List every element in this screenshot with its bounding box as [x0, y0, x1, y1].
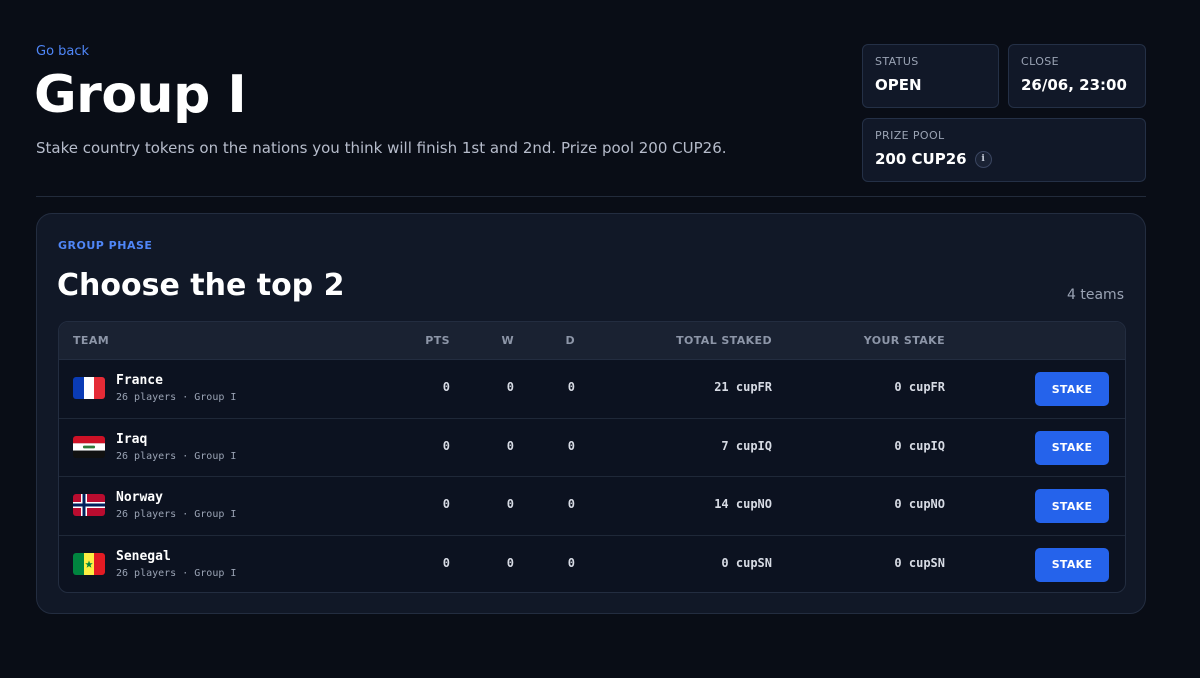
header-w: W: [501, 334, 514, 347]
stake-button[interactable]: STAKE: [1035, 430, 1109, 465]
table-row: Iraq 26 players · Group I 0 0 0 7 cupIQ …: [59, 419, 1125, 477]
team-name: Iraq: [116, 431, 148, 447]
team-total-staked: 14 cupNO: [714, 497, 772, 511]
close-card: CLOSE 26/06, 23:00: [1008, 44, 1146, 108]
page-description: Stake country tokens on the nations you …: [36, 139, 727, 157]
table-row: Senegal 26 players · Group I 0 0 0 0 cup…: [59, 536, 1125, 593]
team-pts: 0: [442, 497, 450, 511]
team-name: France: [116, 373, 163, 388]
france-flag-icon: [73, 377, 105, 399]
iraq-flag-icon: [73, 435, 105, 458]
close-value: 26/06, 23:00: [1021, 76, 1127, 94]
team-wins: 0: [506, 497, 514, 511]
table-row: France 26 players · Group I 0 0 0 21 cup…: [59, 360, 1125, 419]
team-wins: 0: [506, 555, 514, 570]
team-your-stake: 0 cupFR: [894, 380, 945, 394]
info-icon[interactable]: i: [974, 150, 992, 168]
page-title: Group I: [34, 65, 247, 125]
team-your-stake: 0 cupSN: [894, 555, 945, 570]
team-total-staked: 7 cupIQ: [721, 438, 772, 453]
norway-flag-icon: [73, 494, 105, 516]
stake-button[interactable]: STAKE: [1035, 372, 1109, 406]
team-pts: 0: [442, 438, 450, 453]
go-back-link[interactable]: Go back: [36, 44, 89, 59]
table-row: Norway 26 players · Group I 0 0 0 14 cup…: [59, 477, 1125, 536]
team-meta: 26 players · Group I: [116, 509, 237, 520]
team-total-staked: 21 cupFR: [714, 380, 772, 394]
stake-button[interactable]: STAKE: [1035, 489, 1109, 523]
header-pts: PTS: [425, 334, 450, 347]
table-header: TEAM PTS W D TOTAL STAKED YOUR STAKE: [59, 322, 1125, 360]
team-pts: 0: [442, 555, 450, 570]
panel-eyebrow: GROUP PHASE: [58, 239, 153, 252]
prize-pool-value: 200 CUP26: [875, 150, 967, 168]
team-name: Senegal: [116, 548, 171, 564]
team-count: 4 teams: [1067, 287, 1124, 303]
group-panel: GROUP PHASE Choose the top 2 4 teams TEA…: [36, 213, 1146, 614]
team-draws: 0: [567, 555, 575, 570]
team-total-staked: 0 cupSN: [721, 555, 772, 570]
close-label: CLOSE: [1021, 55, 1060, 68]
team-draws: 0: [567, 497, 575, 511]
prize-pool-card: PRIZE POOL 200 CUP26 i: [862, 118, 1146, 182]
team-meta: 26 players · Group I: [116, 567, 237, 579]
header-team: TEAM: [73, 334, 110, 347]
page: Go back Group I Stake country tokens on …: [0, 0, 1200, 678]
team-your-stake: 0 cupIQ: [894, 438, 945, 453]
team-name: Norway: [116, 490, 163, 505]
panel-title: Choose the top 2: [57, 268, 345, 303]
senegal-flag-icon: [73, 552, 105, 575]
standings-table: TEAM PTS W D TOTAL STAKED YOUR STAKE Fra…: [58, 321, 1126, 593]
team-your-stake: 0 cupNO: [894, 497, 945, 511]
status-card: STATUS OPEN: [862, 44, 999, 108]
status-value: OPEN: [875, 76, 922, 94]
header-your-stake: YOUR STAKE: [863, 334, 945, 347]
stake-button[interactable]: STAKE: [1035, 547, 1109, 582]
header-total-staked: TOTAL STAKED: [676, 334, 772, 347]
header-d: D: [565, 334, 575, 347]
prize-pool-label: PRIZE POOL: [875, 129, 945, 142]
header-divider: [36, 196, 1146, 197]
team-draws: 0: [567, 380, 575, 394]
team-draws: 0: [567, 438, 575, 453]
team-pts: 0: [442, 380, 450, 394]
team-meta: 26 players · Group I: [116, 392, 237, 403]
status-label: STATUS: [875, 55, 919, 68]
prize-pool-row: 200 CUP26 i: [875, 149, 1133, 169]
team-wins: 0: [506, 380, 514, 394]
team-meta: 26 players · Group I: [116, 450, 237, 462]
team-wins: 0: [506, 438, 514, 453]
